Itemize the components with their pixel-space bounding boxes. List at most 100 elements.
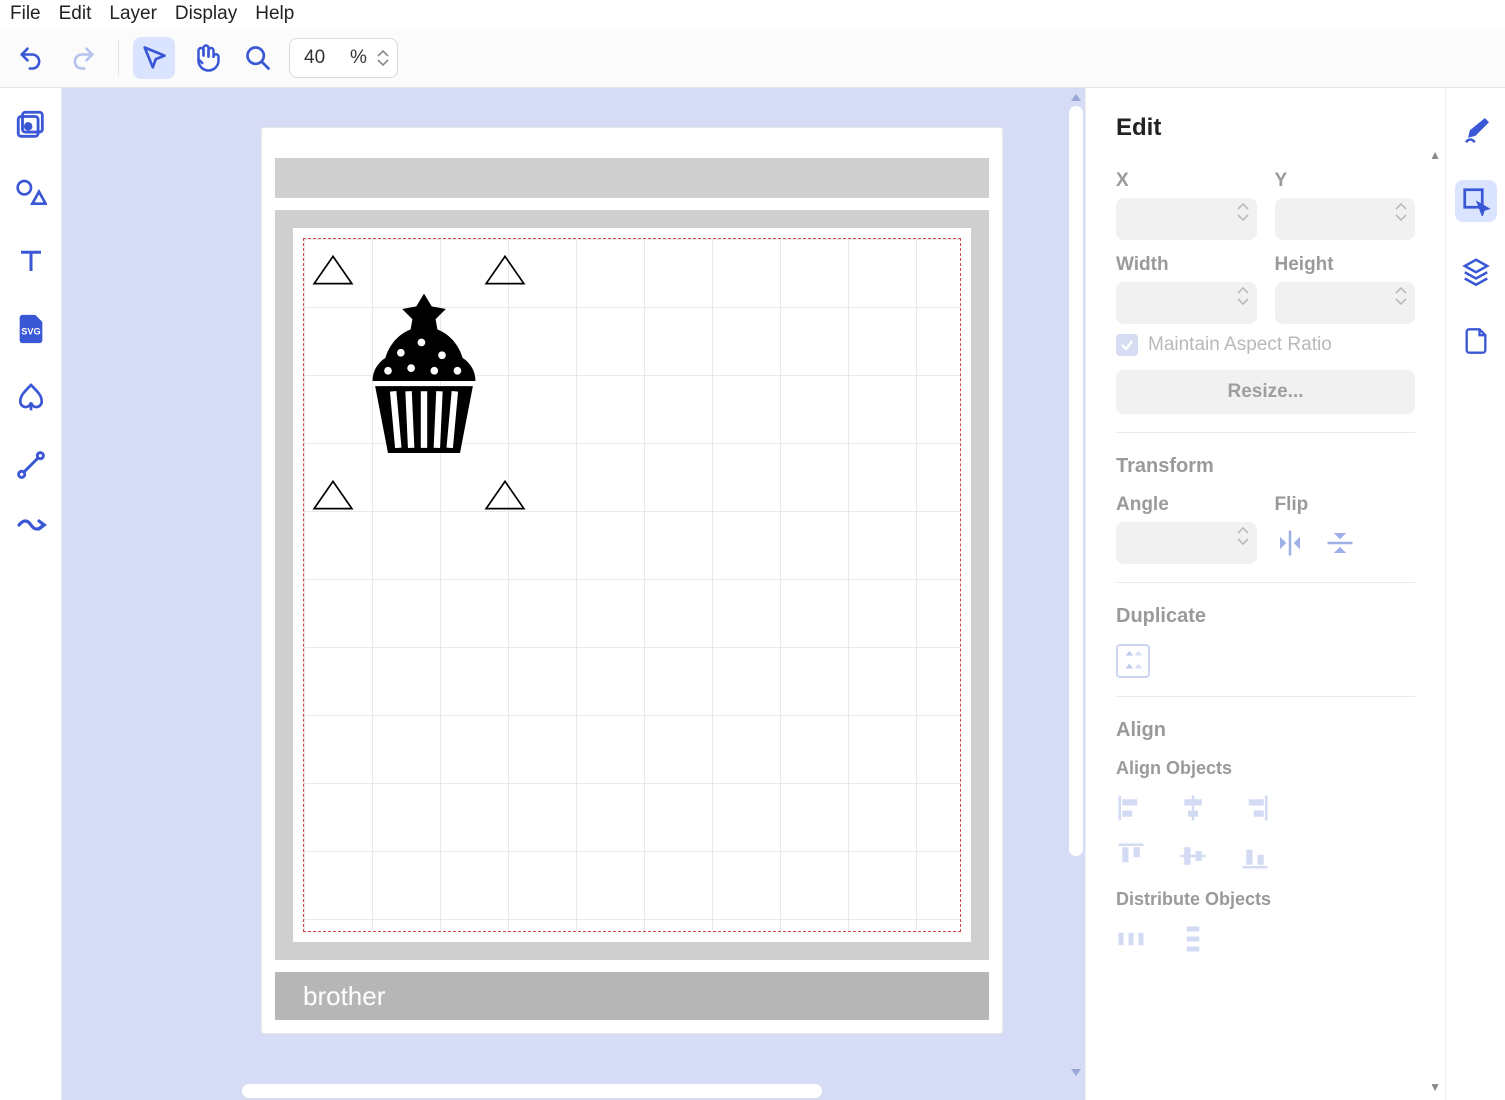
triangle-object[interactable] <box>484 254 526 286</box>
distribute-label: Distribute Objects <box>1116 889 1415 910</box>
text-icon <box>16 246 46 276</box>
zoom-tool-button[interactable] <box>237 37 279 79</box>
align-left-icon[interactable] <box>1116 793 1146 823</box>
align-top-icon[interactable] <box>1116 841 1146 871</box>
chevron-down-icon <box>377 59 389 67</box>
zoom-input[interactable]: 40 % <box>289 38 398 78</box>
flip-vertical-icon[interactable] <box>1325 528 1355 558</box>
aspect-ratio-label: Maintain Aspect Ratio <box>1148 334 1332 356</box>
page-icon <box>1462 327 1490 355</box>
transform-section-title: Transform <box>1116 455 1415 478</box>
menu-display[interactable]: Display <box>175 3 237 25</box>
angle-label: Angle <box>1116 494 1257 516</box>
redo-icon <box>69 44 97 72</box>
trace-button[interactable] <box>12 378 50 416</box>
right-tab-strip <box>1445 88 1505 1100</box>
align-center-h-icon[interactable] <box>1178 793 1208 823</box>
width-label: Width <box>1116 254 1257 276</box>
cupcake-object[interactable]: { } <box>359 291 489 471</box>
align-center-v-icon[interactable] <box>1178 841 1208 871</box>
align-section-title: Align <box>1116 719 1415 742</box>
undo-button[interactable] <box>10 37 52 79</box>
paint-icon <box>1461 116 1491 146</box>
scroll-up-arrow-icon[interactable] <box>1067 88 1085 106</box>
y-input[interactable] <box>1275 198 1416 240</box>
chevron-down-icon <box>1395 298 1407 306</box>
shapes-icon <box>15 177 47 209</box>
inspector-title: Edit <box>1116 114 1415 142</box>
distribute-h-icon[interactable] <box>1116 924 1146 954</box>
library-button[interactable] <box>12 106 50 144</box>
align-bottom-icon[interactable] <box>1240 841 1270 871</box>
panel-scroll-down-icon[interactable]: ▼ <box>1429 1080 1441 1094</box>
chevron-down-icon <box>1237 538 1249 546</box>
zoom-value: 40 <box>304 47 340 69</box>
shapes-button[interactable] <box>12 174 50 212</box>
cut-canvas[interactable]: { } <box>303 238 961 932</box>
height-input[interactable] <box>1275 282 1416 324</box>
chevron-up-icon <box>1237 286 1249 294</box>
chevron-down-icon <box>1237 298 1249 306</box>
scroll-down-arrow-icon[interactable] <box>1067 1064 1085 1082</box>
vertical-scroll-thumb[interactable] <box>1069 106 1083 856</box>
chevron-up-icon <box>1395 202 1407 210</box>
angle-input[interactable] <box>1116 522 1257 564</box>
triangle-object[interactable] <box>312 479 354 511</box>
distribute-v-icon[interactable] <box>1178 924 1208 954</box>
line-button[interactable] <box>12 446 50 484</box>
mat-header <box>275 158 989 198</box>
width-input[interactable] <box>1116 282 1257 324</box>
hand-icon <box>191 43 221 73</box>
duplicate-button[interactable] <box>1116 644 1150 678</box>
menu-file[interactable]: File <box>10 3 41 25</box>
triangle-object[interactable] <box>484 479 526 511</box>
chevron-up-icon <box>377 49 389 57</box>
chevron-down-icon <box>1395 214 1407 222</box>
chevron-up-icon <box>1395 286 1407 294</box>
top-toolbar: 40 % <box>0 28 1505 88</box>
zoom-spinner[interactable] <box>377 49 389 67</box>
fill-tab[interactable] <box>1455 110 1497 152</box>
edit-tab[interactable] <box>1455 180 1497 222</box>
undo-icon <box>17 44 45 72</box>
menu-help[interactable]: Help <box>255 3 294 25</box>
cursor-icon <box>140 44 168 72</box>
layers-tab[interactable] <box>1455 250 1497 292</box>
canvas-area[interactable]: { } brother <box>62 88 1085 1100</box>
aspect-ratio-checkbox[interactable] <box>1116 334 1138 356</box>
flip-horizontal-icon[interactable] <box>1275 528 1305 558</box>
import-svg-button[interactable]: SVG <box>12 310 50 348</box>
x-label: X <box>1116 170 1257 192</box>
x-input[interactable] <box>1116 198 1257 240</box>
duplicate-icon <box>1122 650 1144 672</box>
pan-tool-button[interactable] <box>185 37 227 79</box>
draw-button[interactable] <box>12 514 50 552</box>
menubar: File Edit Layer Display Help <box>0 0 1505 28</box>
resize-button[interactable]: Resize... <box>1116 370 1415 414</box>
page-tab[interactable] <box>1455 320 1497 362</box>
spade-icon <box>15 381 47 413</box>
horizontal-scroll-thumb[interactable] <box>242 1084 822 1098</box>
flip-label: Flip <box>1275 494 1416 516</box>
zoom-unit: % <box>350 47 367 69</box>
library-icon <box>14 108 48 142</box>
duplicate-section-title: Duplicate <box>1116 605 1415 628</box>
redo-button[interactable] <box>62 37 104 79</box>
select-tool-button[interactable] <box>133 37 175 79</box>
mat-footer: brother <box>275 972 989 1020</box>
draw-icon <box>15 517 47 549</box>
inspector-panel: ▲ Edit X Y Width Height <box>1085 88 1445 1100</box>
vertical-scrollbar[interactable] <box>1067 88 1085 1082</box>
chevron-up-icon <box>1237 202 1249 210</box>
check-icon <box>1120 338 1134 352</box>
panel-scroll-up-icon[interactable]: ▲ <box>1429 148 1441 162</box>
chevron-up-icon <box>1237 526 1249 534</box>
align-right-icon[interactable] <box>1240 793 1270 823</box>
horizontal-scrollbar[interactable] <box>62 1082 1067 1100</box>
menu-layer[interactable]: Layer <box>109 3 157 25</box>
triangle-object[interactable] <box>312 254 354 286</box>
line-icon <box>15 449 47 481</box>
text-button[interactable] <box>12 242 50 280</box>
menu-edit[interactable]: Edit <box>59 3 92 25</box>
left-toolbar: SVG <box>0 88 62 1100</box>
